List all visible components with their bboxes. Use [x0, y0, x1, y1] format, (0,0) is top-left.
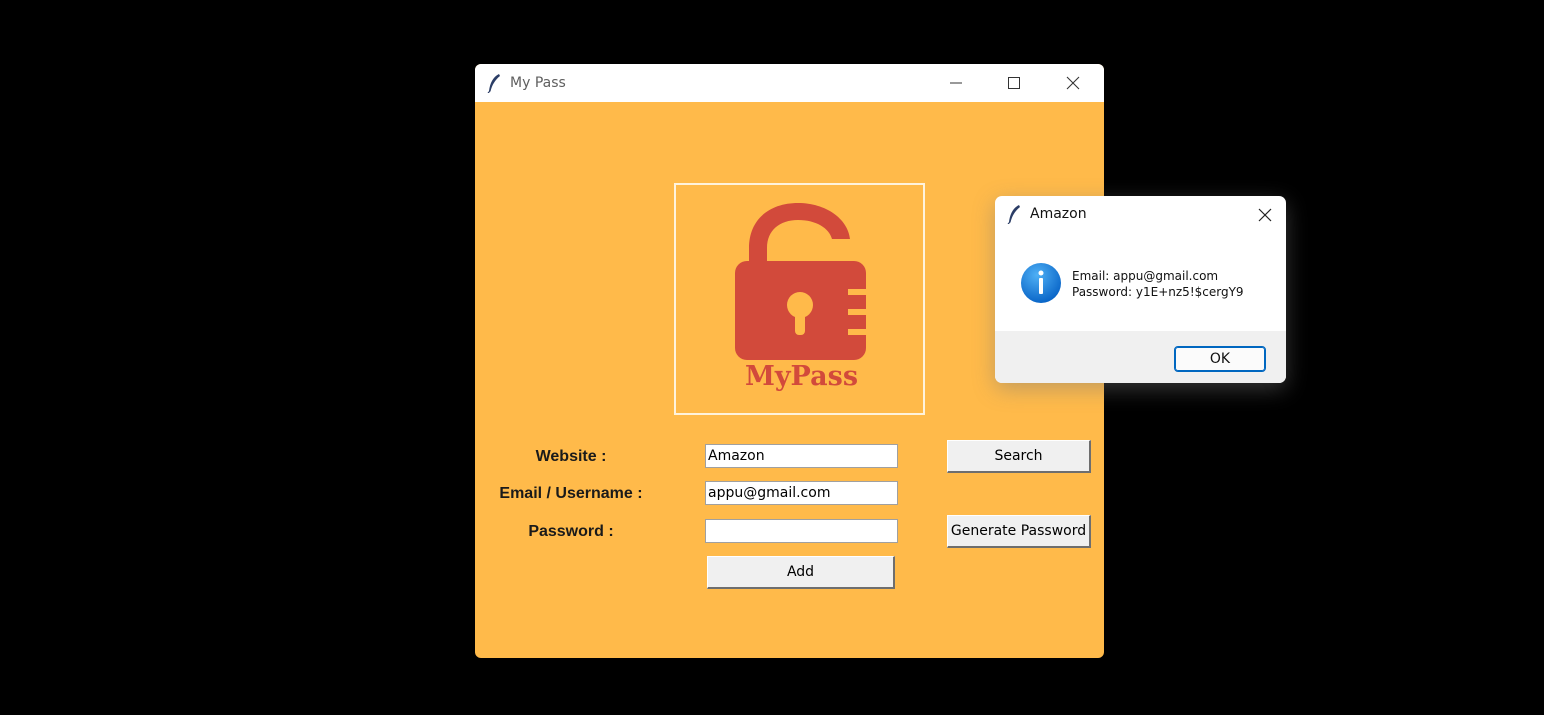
website-label: Website : [535, 448, 607, 465]
info-icon [1021, 263, 1061, 303]
dialog-title: Amazon [1030, 206, 1087, 222]
feather-icon [1007, 205, 1020, 224]
dialog-email-line: Email: appu@gmail.com [1072, 269, 1219, 283]
title-bar[interactable]: My Pass [475, 64, 1104, 102]
maximize-button[interactable] [986, 64, 1044, 102]
info-dialog: Amazon Email: appu@gmail.com Password: y… [995, 196, 1286, 383]
dialog-message: Email: appu@gmail.com Password: y1E+nz5!… [1072, 268, 1244, 300]
close-icon [1258, 208, 1272, 222]
dialog-password-line: Password: y1E+nz5!$cergY9 [1072, 285, 1244, 299]
password-label: Password : [528, 523, 614, 540]
maximize-icon [1008, 77, 1020, 89]
dialog-footer: OK [995, 331, 1286, 383]
generate-password-button[interactable]: Generate Password [947, 515, 1091, 548]
search-button[interactable]: Search [947, 440, 1091, 473]
ok-button[interactable]: OK [1174, 346, 1266, 372]
email-label: Email / Username : [499, 485, 643, 502]
website-input[interactable] [705, 444, 898, 468]
feather-icon [487, 74, 500, 93]
close-button[interactable] [1045, 64, 1103, 102]
minimize-icon [950, 82, 962, 84]
close-icon [1066, 76, 1080, 90]
logo-canvas: MyPass [674, 183, 925, 415]
logo-text: MyPass [744, 361, 859, 392]
window-title: My Pass [510, 75, 566, 91]
dialog-close-button[interactable] [1245, 200, 1281, 228]
password-input[interactable] [705, 519, 898, 543]
email-input[interactable] [705, 481, 898, 505]
add-button[interactable]: Add [707, 556, 895, 589]
minimize-button[interactable] [928, 64, 986, 102]
